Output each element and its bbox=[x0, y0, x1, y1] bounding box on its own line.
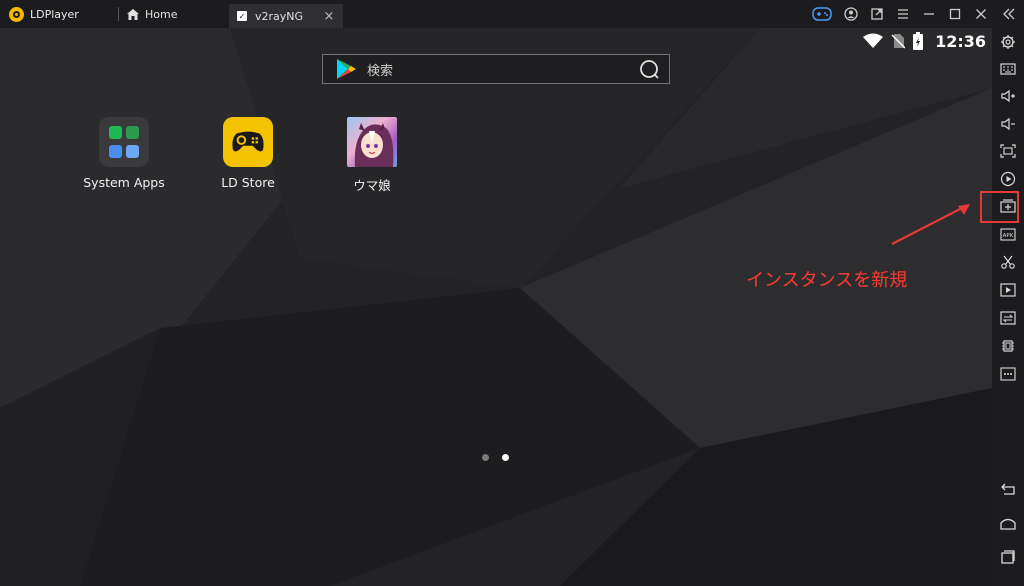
folder-icon bbox=[99, 117, 149, 167]
v2rayng-icon: ✓ bbox=[237, 11, 247, 21]
uma-musume-icon bbox=[347, 117, 397, 167]
google-play-icon bbox=[337, 59, 356, 79]
tab-v2rayng-label: v2rayNG bbox=[255, 9, 304, 23]
search-placeholder: 検索 bbox=[367, 63, 394, 79]
tab-close-button[interactable]: × bbox=[323, 9, 335, 24]
screenshot-button[interactable] bbox=[992, 138, 1024, 164]
gamepad-button[interactable] bbox=[806, 0, 838, 28]
feedback-button[interactable] bbox=[864, 0, 890, 28]
account-button[interactable] bbox=[838, 0, 864, 28]
page-dot-2-active[interactable] bbox=[502, 454, 509, 461]
minimize-button[interactable] bbox=[916, 0, 942, 28]
fullscreen-icon bbox=[1000, 144, 1016, 158]
home-icon bbox=[127, 8, 139, 20]
page-dot-1[interactable] bbox=[482, 454, 489, 461]
volume-down-button[interactable] bbox=[992, 111, 1024, 137]
volume-down-icon bbox=[1001, 117, 1015, 131]
maximize-icon bbox=[949, 8, 961, 20]
app-name: LDPlayer bbox=[30, 7, 79, 21]
tab-v2rayng[interactable]: ✓ v2rayNG × bbox=[229, 4, 343, 28]
android-recents-button[interactable] bbox=[992, 544, 1024, 570]
app-brand: LDPlayer bbox=[0, 0, 118, 28]
no-sim-icon bbox=[891, 34, 906, 49]
app-label: LD Store bbox=[221, 175, 275, 190]
app-system-apps[interactable]: System Apps bbox=[74, 117, 174, 190]
collapse-toolbar-button[interactable] bbox=[994, 0, 1024, 28]
battery-charging-icon bbox=[913, 32, 924, 50]
double-chevron-left-icon bbox=[1003, 8, 1015, 20]
wallpaper bbox=[0, 28, 992, 586]
android-back-button[interactable] bbox=[992, 476, 1024, 502]
gamepad-icon bbox=[812, 7, 832, 21]
page-indicator bbox=[482, 454, 509, 461]
app-ld-store[interactable]: LD Store bbox=[198, 117, 298, 190]
new-instance-highlight bbox=[980, 191, 1019, 223]
more-icon bbox=[1000, 367, 1016, 381]
app-label: System Apps bbox=[83, 175, 165, 190]
svg-text:APK: APK bbox=[1003, 233, 1014, 239]
settings-icon bbox=[1001, 35, 1015, 49]
close-button[interactable] bbox=[968, 0, 994, 28]
hamburger-icon bbox=[898, 9, 908, 19]
back-icon bbox=[1001, 483, 1015, 495]
home-icon bbox=[1000, 518, 1016, 530]
video-button[interactable] bbox=[992, 277, 1024, 303]
ldplayer-logo-icon bbox=[9, 6, 24, 22]
record-icon bbox=[1000, 171, 1016, 187]
android-screen[interactable]: 12:36 検索 System Apps LD Store ウマ娘 bbox=[0, 28, 992, 586]
title-bar: LDPlayer Home ✓ v2rayNG × bbox=[0, 0, 1024, 28]
cpu-button[interactable] bbox=[992, 333, 1024, 359]
window-controls bbox=[806, 0, 1024, 28]
app-uma-musume[interactable]: ウマ娘 bbox=[322, 117, 422, 194]
more-button[interactable] bbox=[992, 361, 1024, 387]
close-icon bbox=[976, 9, 986, 19]
keyboard-button[interactable] bbox=[992, 56, 1024, 82]
settings-button[interactable] bbox=[992, 29, 1024, 55]
minimize-icon bbox=[924, 13, 934, 15]
annotation-arrow-icon bbox=[891, 204, 970, 245]
recents-icon bbox=[1001, 550, 1015, 564]
install-apk-button[interactable]: APK bbox=[992, 221, 1024, 247]
tab-home[interactable]: Home bbox=[119, 0, 229, 28]
search-icon[interactable] bbox=[639, 59, 659, 79]
play-store-search-bar[interactable]: 検索 bbox=[322, 54, 670, 84]
sync-icon bbox=[1000, 311, 1016, 325]
cpu-icon bbox=[1002, 340, 1014, 352]
user-icon bbox=[844, 7, 858, 21]
video-icon bbox=[1000, 283, 1016, 297]
side-toolbar: APK bbox=[992, 28, 1024, 586]
record-button[interactable] bbox=[992, 166, 1024, 192]
apk-icon: APK bbox=[1000, 228, 1016, 241]
android-home-button[interactable] bbox=[992, 510, 1024, 536]
menu-button[interactable] bbox=[890, 0, 916, 28]
maximize-button[interactable] bbox=[942, 0, 968, 28]
sync-button[interactable] bbox=[992, 305, 1024, 331]
annotation-label: インスタンスを新規 bbox=[746, 270, 908, 291]
share-icon bbox=[871, 8, 883, 20]
volume-up-button[interactable] bbox=[992, 83, 1024, 109]
clock: 12:36 bbox=[935, 31, 986, 51]
tab-home-label: Home bbox=[145, 7, 178, 21]
app-label: ウマ娘 bbox=[353, 178, 391, 193]
operation-record-button[interactable] bbox=[992, 249, 1024, 275]
gamepad-icon bbox=[223, 117, 273, 167]
keyboard-icon bbox=[1000, 63, 1016, 75]
status-bar: 12:36 bbox=[863, 30, 986, 52]
volume-up-icon bbox=[1001, 89, 1015, 103]
scissors-icon bbox=[1001, 255, 1015, 269]
wifi-icon bbox=[863, 33, 884, 48]
